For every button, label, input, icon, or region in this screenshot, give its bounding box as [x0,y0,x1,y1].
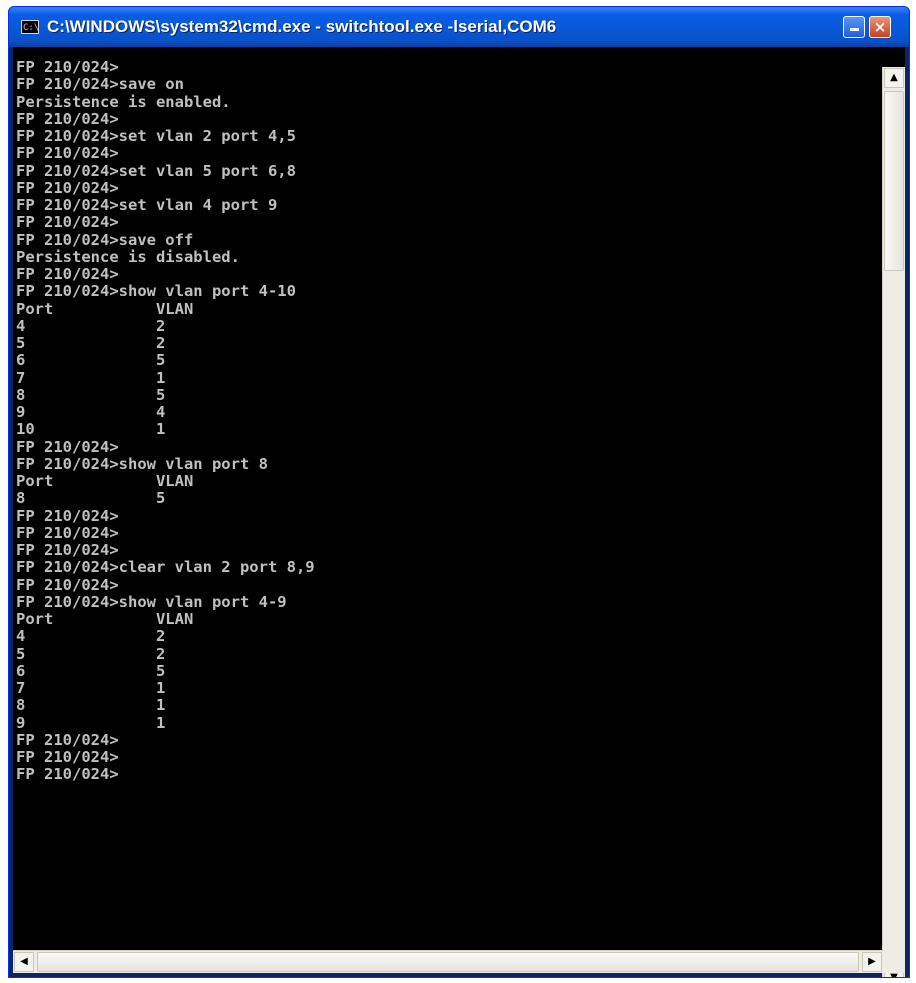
console-line: FP 210/024>set vlan 4 port 9 [16,196,278,214]
console-window: C:\ C:\WINDOWS\system32\cmd.exe - switch… [8,6,910,978]
console-line: FP 210/024> [16,748,119,766]
window-title: C:\WINDOWS\system32\cmd.exe - switchtool… [47,17,557,36]
minimize-icon [849,28,859,31]
console-line: FP 210/024>save on [16,75,184,94]
horizontal-scroll-thumb[interactable] [37,952,859,972]
console-line: Port VLAN [16,472,194,490]
vertical-scroll-thumb[interactable] [884,91,904,271]
console-line: FP 210/024>show vlan port 4-9 [16,592,287,611]
console-line: FP 210/024> [16,178,119,197]
console-line: 8 5 [16,385,166,404]
scroll-up-icon[interactable]: ▲ [884,68,904,88]
console-line: FP 210/024> [16,437,119,456]
console-line: Port VLAN [16,299,194,318]
horizontal-scrollbar[interactable]: ◀ ▶ [13,950,883,973]
console-line: 6 5 [16,351,166,370]
vertical-scrollbar[interactable]: ▲ ▼ [882,67,905,977]
console-line: 9 1 [16,713,166,732]
console-line: FP 210/024> [16,575,119,594]
console-line: 5 2 [16,334,166,352]
close-button[interactable]: × [869,16,891,38]
console-output[interactable]: FP 210/024> FP 210/024>save on Persistence… [15,59,874,949]
console-line: FP 210/024>save off [16,230,194,249]
console-line: 4 2 [16,627,166,646]
console-line: Port VLAN [16,610,194,628]
scroll-right-icon[interactable]: ▶ [862,952,882,972]
console-line: 5 2 [16,644,166,663]
console-line: 10 1 [16,420,166,439]
console-line: FP 210/024> [16,144,119,163]
console-line: FP 210/024> [16,506,119,525]
console-line: FP 210/024>set vlan 2 port 4,5 [16,127,296,145]
console-line: FP 210/024> [16,541,119,559]
console-line: 8 1 [16,696,166,715]
console-line: 4 2 [16,316,166,335]
console-client-area: FP 210/024> FP 210/024>save on Persistence… [13,47,905,977]
console-line: FP 210/024> [16,523,119,542]
console-line: Persistence is enabled. [16,92,231,111]
scroll-left-icon[interactable]: ◀ [14,952,34,972]
console-line: FP 210/024>show vlan port 8 [16,454,268,473]
console-line: 9 4 [16,403,166,421]
console-line: FP 210/024>clear vlan 2 port 8,9 [16,558,315,577]
console-line: FP 210/024> [16,109,119,128]
console-line: FP 210/024> [16,265,119,283]
console-line: FP 210/024> [16,213,119,232]
cmd-icon[interactable]: C:\ [21,20,39,34]
console-line: 7 1 [16,679,166,697]
console-line: 8 5 [16,489,166,508]
title-bar[interactable]: C:\ C:\WINDOWS\system32\cmd.exe - switch… [9,7,909,47]
console-line: 7 1 [16,368,166,387]
console-line: Persistence is disabled. [16,247,240,266]
console-line: FP 210/024>show vlan port 4-10 [16,282,296,301]
minimize-button[interactable] [843,16,865,38]
console-line: FP 210/024> [16,730,119,749]
console-line: FP 210/024> [16,59,119,76]
console-line: FP 210/024> [16,765,119,784]
console-line: 6 5 [16,661,166,680]
resize-grip-icon[interactable] [883,951,905,973]
console-line: FP 210/024>set vlan 5 port 6,8 [16,161,296,180]
